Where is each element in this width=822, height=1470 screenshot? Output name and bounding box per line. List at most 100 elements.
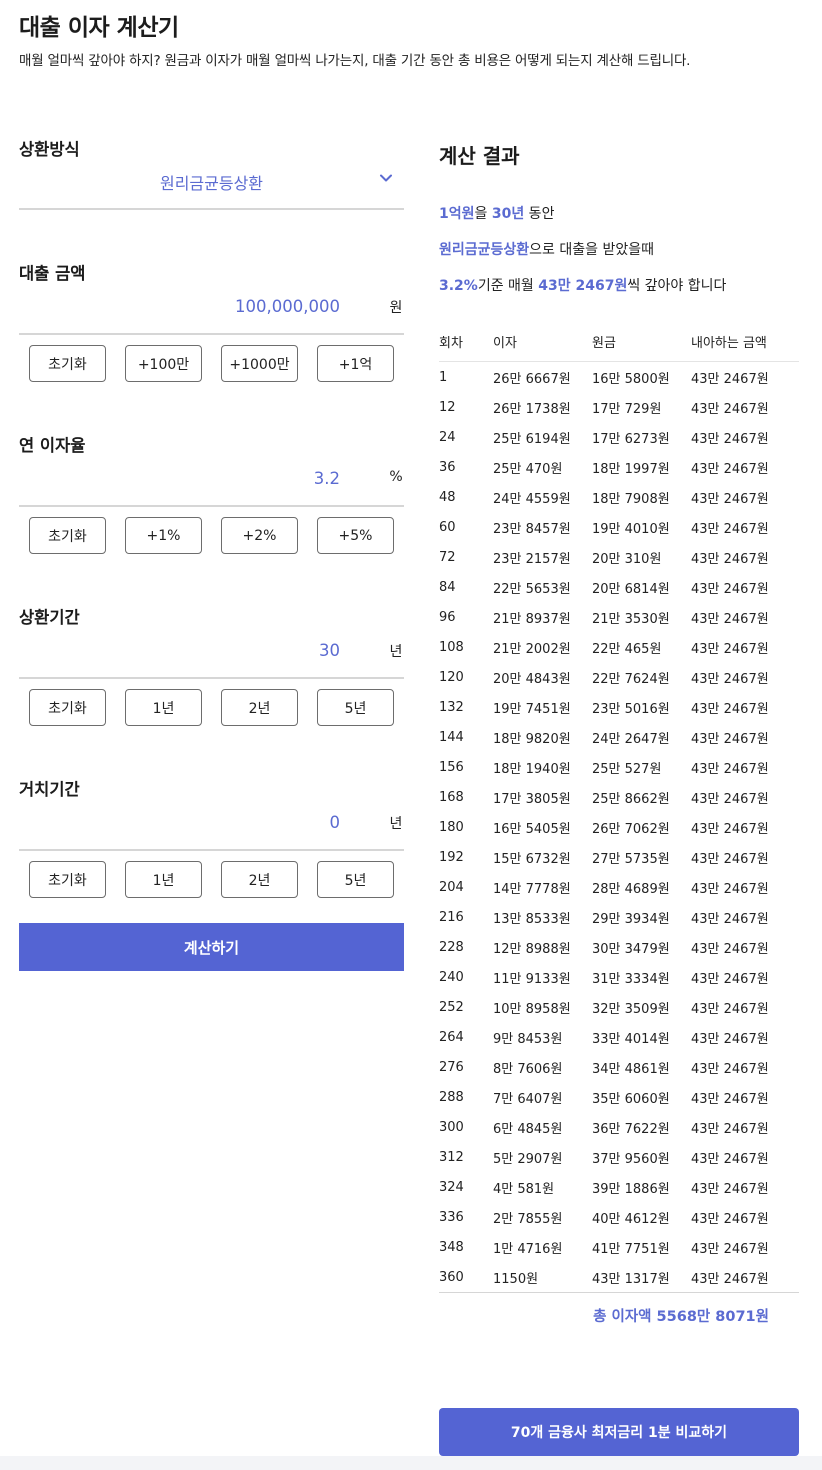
period-reset-button[interactable]: 초기화 xyxy=(29,689,106,726)
cell-principal: 31만 3334원 xyxy=(592,971,670,987)
cell-payment: 43만 2467원 xyxy=(691,431,769,447)
cell-payment: 43만 2467원 xyxy=(691,521,769,537)
cell-principal: 32만 3509원 xyxy=(592,1001,670,1017)
table-row: 144 18만 9820원 24만 2647원 43만 2467원 xyxy=(439,722,799,752)
table-row: 192 15만 6732원 27만 5735원 43만 2467원 xyxy=(439,842,799,872)
cell-payment: 43만 2467원 xyxy=(691,641,769,657)
grace-2y-button[interactable]: 2년 xyxy=(221,861,298,898)
calculate-button[interactable]: 계산하기 xyxy=(19,923,404,971)
cell-payment: 43만 2467원 xyxy=(691,371,769,387)
rate-add-1-button[interactable]: +1% xyxy=(125,517,202,554)
cell-round: 72 xyxy=(439,549,456,565)
cell-payment: 43만 2467원 xyxy=(691,671,769,687)
amount-add-1m-button[interactable]: +100만 xyxy=(125,345,202,382)
period-1y-button[interactable]: 1년 xyxy=(125,689,202,726)
grace-5y-button[interactable]: 5년 xyxy=(317,861,394,898)
cell-principal: 33만 4014원 xyxy=(592,1031,670,1047)
grace-input-value: 0 xyxy=(329,813,341,832)
cell-interest: 25만 470원 xyxy=(493,461,563,477)
compare-rates-button[interactable]: 70개 금융사 최저금리 1분 비교하기 xyxy=(439,1408,799,1456)
cell-round: 252 xyxy=(439,999,464,1015)
summary-amount: 1억원 xyxy=(439,206,475,222)
table-row: 276 8만 7606원 34만 4861원 43만 2467원 xyxy=(439,1052,799,1082)
cell-round: 216 xyxy=(439,909,464,925)
cell-interest: 26만 1738원 xyxy=(493,401,571,417)
cell-round: 168 xyxy=(439,789,464,805)
cell-payment: 43만 2467원 xyxy=(691,911,769,927)
cell-payment: 43만 2467원 xyxy=(691,611,769,627)
cell-payment: 43만 2467원 xyxy=(691,971,769,987)
cell-interest: 13만 8533원 xyxy=(493,911,571,927)
cell-principal: 25만 527원 xyxy=(592,761,662,777)
period-2y-button[interactable]: 2년 xyxy=(221,689,298,726)
cell-interest: 23만 2157원 xyxy=(493,551,571,567)
table-row: 96 21만 8937원 21만 3530원 43만 2467원 xyxy=(439,602,799,632)
summary-text: 을 xyxy=(474,206,492,222)
cell-interest: 2만 7855원 xyxy=(493,1211,563,1227)
summary-text: 동안 xyxy=(524,206,555,222)
table-row: 300 6만 4845원 36만 7622원 43만 2467원 xyxy=(439,1112,799,1142)
cell-payment: 43만 2467원 xyxy=(691,1121,769,1137)
cell-principal: 39만 1886원 xyxy=(592,1181,670,1197)
cell-round: 360 xyxy=(439,1269,464,1285)
cell-interest: 19만 7451원 xyxy=(493,701,571,717)
cell-principal: 28만 4689원 xyxy=(592,881,670,897)
table-row: 360 1150원 43만 1317원 43만 2467원 xyxy=(439,1262,799,1292)
amount-input[interactable]: 100,000,000 원 xyxy=(19,295,404,335)
cell-principal: 25만 8662원 xyxy=(592,791,670,807)
table-row: 312 5만 2907원 37만 9560원 43만 2467원 xyxy=(439,1142,799,1172)
cell-interest: 24만 4559원 xyxy=(493,491,571,507)
cell-principal: 18만 1997원 xyxy=(592,461,670,477)
cell-round: 84 xyxy=(439,579,456,595)
cell-round: 288 xyxy=(439,1089,464,1105)
grace-unit: 년 xyxy=(389,816,403,832)
rate-add-2-button[interactable]: +2% xyxy=(221,517,298,554)
cell-round: 228 xyxy=(439,939,464,955)
table-row: 108 21만 2002원 22만 465원 43만 2467원 xyxy=(439,632,799,662)
column-header-interest: 이자 xyxy=(493,336,517,351)
cell-interest: 15만 6732원 xyxy=(493,851,571,867)
cell-round: 204 xyxy=(439,879,464,895)
period-input[interactable]: 30 년 xyxy=(19,639,404,679)
cell-principal: 36만 7622원 xyxy=(592,1121,670,1137)
cell-interest: 5만 2907원 xyxy=(493,1151,563,1167)
cell-principal: 24만 2647원 xyxy=(592,731,670,747)
table-body: 1 26만 6667원 16만 5800원 43만 2467원 12 26만 1738원 1… xyxy=(439,362,799,1292)
cell-principal: 19만 4010원 xyxy=(592,521,670,537)
cell-interest: 6만 4845원 xyxy=(493,1121,563,1137)
cell-interest: 1150원 xyxy=(493,1271,539,1287)
cell-payment: 43만 2467원 xyxy=(691,1061,769,1077)
cell-interest: 22만 5653원 xyxy=(493,581,571,597)
cell-interest: 26만 6667원 xyxy=(493,371,571,387)
method-select[interactable]: 원리금균등상환 xyxy=(19,166,404,210)
grace-reset-button[interactable]: 초기화 xyxy=(29,861,106,898)
grace-label: 거치기간 xyxy=(19,780,80,799)
rate-reset-button[interactable]: 초기화 xyxy=(29,517,106,554)
cell-interest: 14만 7778원 xyxy=(493,881,571,897)
rate-input[interactable]: 3.2 % xyxy=(19,467,404,507)
rate-add-5-button[interactable]: +5% xyxy=(317,517,394,554)
rate-unit: % xyxy=(389,469,403,485)
cell-interest: 16만 5405원 xyxy=(493,821,571,837)
amount-add-10m-button[interactable]: +1000만 xyxy=(221,345,298,382)
cell-interest: 1만 4716원 xyxy=(493,1241,563,1257)
rate-quick-buttons: 초기화 +1% +2% +5% xyxy=(29,517,394,554)
cell-round: 264 xyxy=(439,1029,464,1045)
period-5y-button[interactable]: 5년 xyxy=(317,689,394,726)
cell-interest: 18만 9820원 xyxy=(493,731,571,747)
cell-interest: 25만 6194원 xyxy=(493,431,571,447)
table-row: 60 23만 8457원 19만 4010원 43만 2467원 xyxy=(439,512,799,542)
table-row: 180 16만 5405원 26만 7062원 43만 2467원 xyxy=(439,812,799,842)
cell-payment: 43만 2467원 xyxy=(691,1001,769,1017)
cell-principal: 29만 3934원 xyxy=(592,911,670,927)
summary-line-3: 3.2%기준 매월 43만 2467원씩 갚아야 합니다 xyxy=(439,275,726,295)
summary-line-1: 1억원을 30년 동안 xyxy=(439,203,554,223)
amount-reset-button[interactable]: 초기화 xyxy=(29,345,106,382)
grace-input[interactable]: 0 년 xyxy=(19,811,404,851)
amount-add-100m-button[interactable]: +1억 xyxy=(317,345,394,382)
method-select-value: 원리금균등상환 xyxy=(159,174,264,193)
table-row: 84 22만 5653원 20만 6814원 43만 2467원 xyxy=(439,572,799,602)
table-row: 156 18만 1940원 25만 527원 43만 2467원 xyxy=(439,752,799,782)
cell-payment: 43만 2467원 xyxy=(691,491,769,507)
grace-1y-button[interactable]: 1년 xyxy=(125,861,202,898)
